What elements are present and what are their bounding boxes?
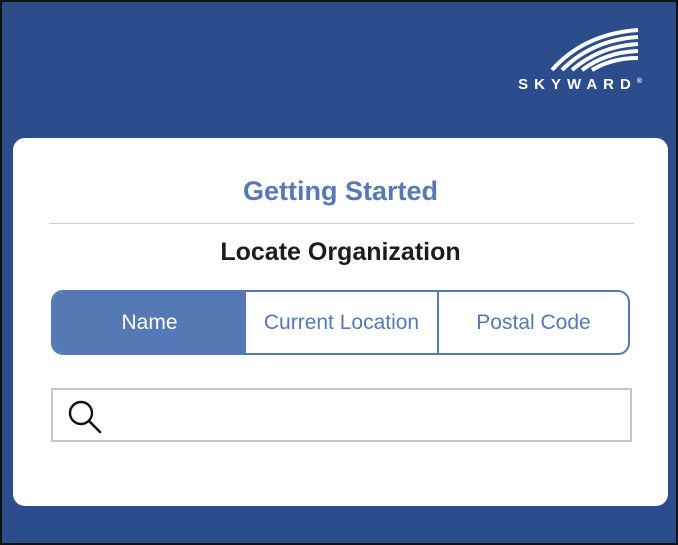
- skyward-logo: SKYWARD®: [518, 28, 642, 98]
- getting-started-card: Getting Started Locate Organization Name…: [13, 138, 668, 506]
- logo-registered-mark: ®: [636, 78, 642, 85]
- tab-current-location[interactable]: Current Location: [246, 292, 439, 353]
- search-icon: [68, 400, 102, 434]
- section-subtitle: Locate Organization: [220, 238, 461, 266]
- title-divider: [49, 223, 634, 224]
- tab-name[interactable]: Name: [53, 292, 246, 353]
- page-title: Getting Started: [242, 176, 438, 206]
- logo-wordmark: SKYWARD®: [518, 76, 642, 93]
- app-window: SKYWARD® Getting Started Locate Organiza…: [0, 0, 678, 545]
- search-box[interactable]: [51, 388, 632, 442]
- search-input[interactable]: [115, 396, 619, 436]
- logo-text: SKYWARD: [518, 76, 637, 93]
- skyward-swoosh-icon: [550, 28, 639, 72]
- tab-postal-code[interactable]: Postal Code: [439, 292, 628, 353]
- locate-by-segmented-control: Name Current Location Postal Code: [51, 290, 630, 355]
